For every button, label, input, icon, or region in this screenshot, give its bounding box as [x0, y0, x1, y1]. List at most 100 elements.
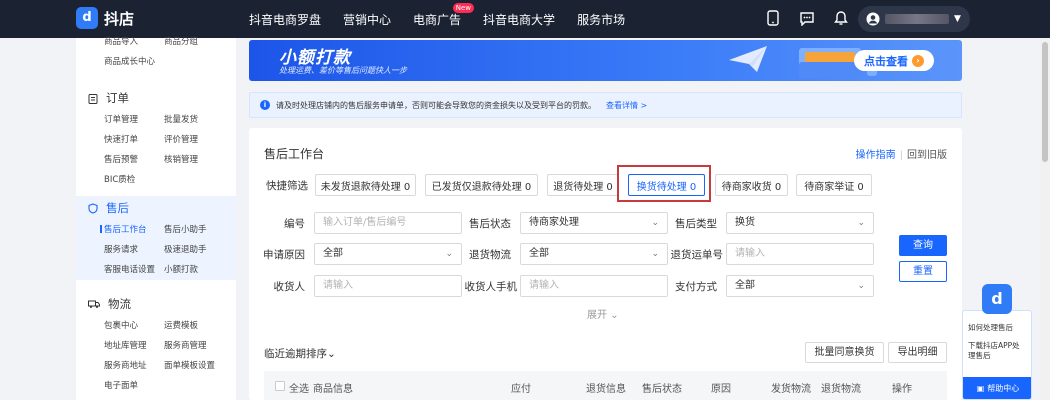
- reason-select-value: 全部: [323, 248, 343, 259]
- sidebar-link-product-growth[interactable]: 商品成长中心: [104, 52, 164, 72]
- page-scrollbar[interactable]: [1040, 38, 1050, 400]
- chevron-down-icon: ⌄: [857, 281, 865, 291]
- order-no-input[interactable]: 输入订单/售后编号: [314, 212, 462, 234]
- sidebar-link-e-waybill[interactable]: 电子面单: [104, 376, 164, 396]
- select-all-checkbox[interactable]: [275, 381, 285, 391]
- app-logo[interactable]: d 抖店: [76, 7, 134, 29]
- help-item-how-to[interactable]: 如何处理售后: [963, 319, 1031, 337]
- quick-filter-await-receive[interactable]: 待商家收货 0: [715, 174, 788, 196]
- user-menu[interactable]: ▼: [858, 6, 970, 32]
- sidebar-link-service-request[interactable]: 服务请求: [104, 240, 164, 260]
- sidebar-link-freight-template[interactable]: 运费模板: [164, 316, 234, 336]
- sidebar-link-product-group[interactable]: 商品分组: [164, 32, 234, 52]
- topnav-university[interactable]: 抖音电商大学: [483, 11, 555, 28]
- topnav-compass[interactable]: 抖音电商罗盘: [249, 11, 321, 28]
- avatar-icon: [866, 12, 880, 26]
- export-button[interactable]: 导出明细: [888, 342, 947, 363]
- sidebar-title-logistics[interactable]: 物流: [76, 292, 236, 316]
- reason-select[interactable]: 全部 ⌄: [314, 243, 462, 265]
- help-item-download-app[interactable]: 下载抖店APP处理售后: [963, 337, 1031, 365]
- sidebar-link-batch-ship[interactable]: 批量发货: [164, 110, 234, 130]
- help-center-label: 帮助中心: [987, 383, 1020, 393]
- topnav-marketing[interactable]: 营销中心: [343, 11, 391, 28]
- sidebar-link-fast-refund[interactable]: 极速退助手: [164, 240, 234, 260]
- quick-filter-unshipped-refund[interactable]: 未发货退款待处理 0: [315, 174, 416, 196]
- clipboard-icon: [88, 93, 98, 104]
- sidebar-link-aftersale-workbench[interactable]: 售后工作台: [104, 220, 164, 240]
- quick-filter-shipped-refund-only[interactable]: 已发货仅退款待处理 0: [425, 174, 538, 196]
- sidebar-link-phone-setting[interactable]: 客服电话设置: [104, 260, 164, 280]
- sidebar-link-verify-manage[interactable]: 核销管理: [164, 150, 234, 170]
- sidebar-title-aftersale-label: 售后: [106, 201, 129, 215]
- th-product-info: 商品信息: [313, 384, 353, 395]
- promo-banner[interactable]: 小额打款 处理运费、差价等售后问题快人一步 点击查看 ›: [249, 40, 962, 81]
- sidebar-link-bic[interactable]: BIC质检: [104, 170, 164, 190]
- receiver-phone-input[interactable]: 请输入: [520, 275, 668, 297]
- sidebar-link-address-manage[interactable]: 地址库管理: [104, 336, 164, 356]
- topnav-service-market[interactable]: 服务市场: [577, 11, 625, 28]
- batch-exchange-button[interactable]: 批量同意换货: [805, 342, 884, 363]
- link-divider: |: [899, 150, 903, 161]
- sidebar-link-provider-address[interactable]: 服务商地址: [104, 356, 164, 376]
- quick-filter-await-evidence[interactable]: 待商家举证 0: [796, 174, 872, 196]
- return-logistics-select[interactable]: 全部 ⌄: [520, 243, 668, 265]
- th-aftersale-status: 售后状态: [642, 384, 682, 395]
- reset-button[interactable]: 重置: [899, 261, 947, 282]
- truck-icon: [88, 300, 100, 308]
- new-badge: New: [452, 2, 475, 13]
- sidebar-title-logistics-label: 物流: [108, 297, 131, 311]
- message-icon[interactable]: [798, 9, 816, 27]
- topnav-ads[interactable]: 电商广告 New: [413, 2, 475, 28]
- chevron-down-icon: ⌄: [445, 249, 453, 259]
- top-icons: [764, 9, 850, 27]
- type-label: 售后类型: [675, 218, 717, 230]
- expand-toggle[interactable]: 展开 ⌄: [587, 306, 619, 321]
- doudian-helper-logo-icon: d: [982, 284, 1012, 314]
- sidebar-title-aftersale[interactable]: 售后: [76, 196, 236, 220]
- sidebar-link-product-import[interactable]: 商品导入: [104, 32, 164, 52]
- tracking-input[interactable]: 请输入: [726, 243, 874, 265]
- sidebar-aftersale-links: 售后工作台 售后小助手 服务请求 极速退助手 客服电话设置 小额打款: [76, 220, 236, 280]
- red-highlight-box: [617, 165, 711, 202]
- sidebar-title-orders[interactable]: 订单: [76, 86, 236, 110]
- banner-view-button[interactable]: 点击查看 ›: [854, 50, 934, 71]
- banner-button-label: 点击查看: [864, 54, 908, 68]
- sidebar-link-order-manage[interactable]: 订单管理: [104, 110, 164, 130]
- info-icon: i: [260, 100, 270, 110]
- scrollbar-thumb[interactable]: [1042, 42, 1048, 162]
- status-select[interactable]: 待商家处理 ⌄: [520, 212, 668, 234]
- bell-icon[interactable]: [832, 9, 850, 27]
- query-button[interactable]: 查询: [899, 235, 947, 256]
- sidebar-link-package-center[interactable]: 包裹中心: [104, 316, 164, 336]
- sidebar-link-review-manage[interactable]: 评价管理: [164, 130, 234, 150]
- sidebar: 商品导入 商品分组 商品成长中心 订单 订单管理 批量发货 快速打单 评价管理 …: [76, 37, 236, 400]
- sidebar-link-quick-print[interactable]: 快速打单: [104, 130, 164, 150]
- old-version-link[interactable]: 回到旧版: [907, 150, 947, 161]
- sidebar-link-aftersale-assistant[interactable]: 售后小助手: [164, 220, 234, 240]
- sidebar-link-provider-manage[interactable]: 服务商管理: [164, 336, 234, 356]
- table-header: 全选 商品信息 应付 退货信息 售后状态 原因 发货物流 退货物流 操作: [264, 371, 947, 400]
- phone-icon[interactable]: [764, 9, 782, 27]
- pay-method-select[interactable]: 全部 ⌄: [726, 275, 874, 297]
- receiver-input[interactable]: 请输入: [314, 275, 462, 297]
- card-header-links: 操作指南 | 回到旧版: [856, 146, 947, 161]
- sidebar-section-orders: 订单 订单管理 批量发货 快速打单 评价管理 售后预警 核销管理 BIC质检: [76, 86, 236, 190]
- pay-method-value: 全部: [735, 280, 755, 291]
- sidebar-link-aftersale-warning[interactable]: 售后预警: [104, 150, 164, 170]
- sidebar-order-links: 订单管理 批量发货 快速打单 评价管理 售后预警 核销管理 BIC质检: [76, 110, 236, 190]
- help-center-button[interactable]: ▣ 帮助中心: [963, 377, 1031, 399]
- th-actions: 操作: [892, 384, 912, 395]
- status-select-value: 待商家处理: [529, 217, 579, 228]
- order-no-label: 编号: [284, 218, 305, 230]
- type-select[interactable]: 换货 ⌄: [726, 212, 874, 234]
- guide-link[interactable]: 操作指南: [856, 150, 896, 161]
- return-logistics-value: 全部: [529, 248, 549, 259]
- sidebar-link-waybill-template[interactable]: 面单模板设置: [164, 356, 234, 376]
- quick-filter-return-pending[interactable]: 退货待处理 0: [547, 174, 619, 196]
- notice-detail-link[interactable]: 查看详情 >: [606, 100, 647, 111]
- top-nav: 抖音电商罗盘 营销中心 电商广告 New 抖音电商大学 服务市场: [249, 0, 647, 38]
- sort-dropdown[interactable]: 临近逾期排序⌄: [264, 346, 336, 361]
- sidebar-link-small-payment[interactable]: 小额打款: [164, 260, 234, 280]
- th-ship-logistics: 发货物流: [771, 384, 811, 395]
- th-select-all: 全选: [289, 384, 309, 395]
